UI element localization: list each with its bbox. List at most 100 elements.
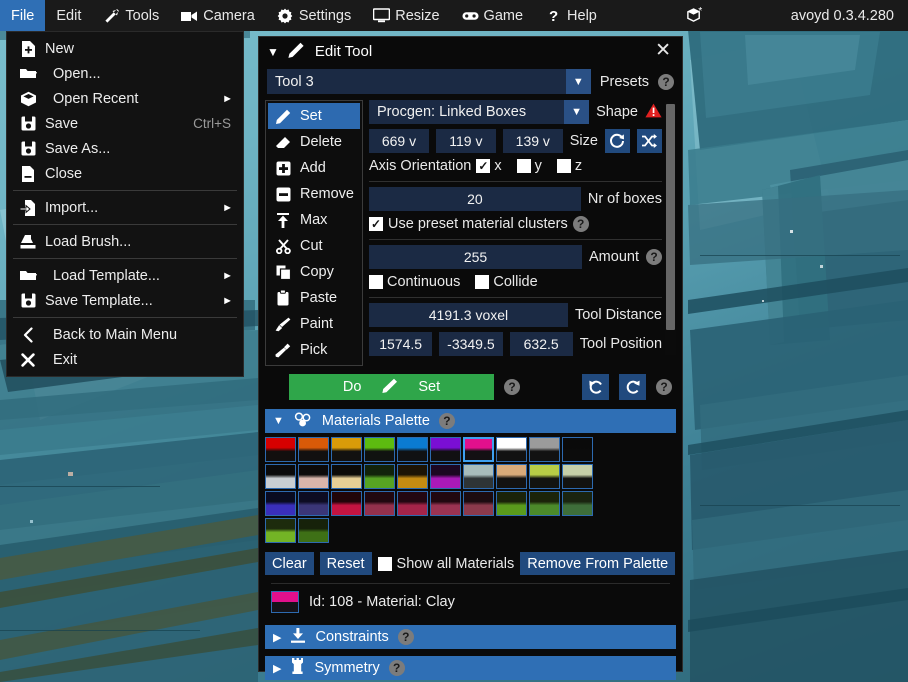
material-swatch[interactable] [397, 491, 428, 516]
show-all-materials-checkbox[interactable] [377, 556, 392, 571]
file-menu-item-save-as[interactable]: Save As... [7, 136, 243, 161]
menu-item-resize[interactable]: Resize [362, 0, 450, 31]
material-swatch[interactable] [430, 437, 461, 462]
tool-mode-set[interactable]: Set [268, 103, 360, 129]
tool-distance-row[interactable]: 4191.3 voxel Tool Distance [369, 303, 662, 327]
tool-mode-paste[interactable]: Paste [268, 285, 360, 311]
refresh-icon[interactable] [604, 129, 630, 153]
tool-mode-add[interactable]: Add [268, 155, 360, 181]
material-swatch[interactable] [397, 437, 428, 462]
material-swatch[interactable] [496, 491, 527, 516]
tool-position-z-field[interactable]: 632.5 [509, 332, 573, 356]
menu-item-help[interactable]: ? Help [534, 0, 608, 31]
material-swatch[interactable] [430, 464, 461, 489]
triangle-right-icon[interactable]: ▶ [273, 631, 281, 644]
main-menu-bar[interactable]: File Edit Tools Camera Settings Resize G… [0, 0, 908, 31]
size-y-field[interactable]: 119 v [435, 129, 496, 153]
tool-position-x-field[interactable]: 1574.5 [369, 332, 433, 356]
file-menu-item-back-to-main-menu[interactable]: Back to Main Menu [7, 322, 243, 347]
tool-mode-pick[interactable]: Pick [268, 337, 360, 363]
tool-settings-column[interactable]: Procgen: Linked Boxes ▼ Shape 669 v 119 … [369, 100, 676, 366]
tool-mode-list[interactable]: Set Delete Add Remove Max Cut Copy Paste… [265, 100, 363, 366]
tool-mode-paint[interactable]: Paint [268, 311, 360, 337]
show-all-materials-group[interactable]: Show all Materials [377, 556, 514, 572]
undo-icon[interactable] [582, 374, 609, 400]
redo-icon[interactable] [619, 374, 646, 400]
material-swatch[interactable] [463, 464, 494, 489]
material-swatch[interactable] [496, 464, 527, 489]
size-row[interactable]: 669 v 119 v 139 v Size [369, 129, 662, 153]
menu-item-file[interactable]: File [0, 0, 46, 31]
menu-item-game[interactable]: Game [451, 0, 535, 31]
help-icon[interactable]: ? [646, 249, 662, 265]
menu-item-edit[interactable]: Edit [45, 0, 92, 31]
reset-palette-button[interactable]: Reset [319, 552, 372, 575]
tool-settings-scrollbar[interactable] [665, 102, 676, 355]
chevron-down-icon[interactable]: ▼ [565, 69, 591, 94]
use-preset-material-clusters-row[interactable]: ✓ Use preset material clusters ? [369, 216, 662, 232]
do-set-button[interactable]: Do Set [289, 374, 494, 400]
tool-mode-copy[interactable]: Copy [268, 259, 360, 285]
help-icon[interactable]: ? [438, 413, 455, 429]
help-icon[interactable]: ? [397, 629, 414, 645]
triangle-down-icon[interactable]: ▼ [267, 45, 279, 59]
file-dropdown-menu[interactable]: New Open... Open Recent ► Save Ctrl+S Sa… [6, 31, 244, 377]
file-menu-item-open[interactable]: Open... [7, 61, 243, 86]
materials-palette-body[interactable]: Clear Reset Show all Materials Remove Fr… [265, 437, 676, 613]
shuffle-icon[interactable] [636, 129, 662, 153]
shape-row[interactable]: Procgen: Linked Boxes ▼ Shape [369, 100, 662, 124]
symmetry-section-header[interactable]: ▶ Symmetry ? [265, 656, 676, 680]
axis-z-group[interactable]: z [556, 158, 582, 174]
material-swatch[interactable] [430, 491, 461, 516]
constraints-section-header[interactable]: ▶ Constraints ? [265, 625, 676, 649]
material-swatch[interactable] [331, 437, 362, 462]
material-swatch[interactable] [463, 491, 494, 516]
material-swatch[interactable] [529, 491, 560, 516]
do-action-bar[interactable]: Do Set ? ? [259, 366, 682, 406]
axis-x-checkbox[interactable]: ✓ [476, 159, 491, 173]
material-swatch[interactable] [298, 464, 329, 489]
continuous-group[interactable]: Continuous [369, 274, 460, 290]
material-swatch[interactable] [529, 464, 560, 489]
presets-row[interactable]: Tool 3 ▼ Presets ? [259, 66, 682, 100]
help-icon[interactable]: ? [658, 73, 674, 90]
menu-item-settings[interactable]: Settings [266, 0, 362, 31]
material-swatch[interactable] [364, 491, 395, 516]
edit-tool-panel[interactable]: ▼ Edit Tool ✕ Tool 3 ▼ Presets ? Set Del… [258, 36, 683, 680]
file-menu-item-exit[interactable]: Exit [7, 347, 243, 372]
use-preset-material-clusters-checkbox[interactable]: ✓ [369, 217, 383, 231]
nr-of-boxes-row[interactable]: 20 Nr of boxes [369, 187, 662, 211]
material-swatch[interactable] [298, 437, 329, 462]
material-swatch[interactable] [496, 437, 527, 462]
material-swatch[interactable] [265, 491, 296, 516]
material-swatch[interactable] [331, 464, 362, 489]
continuous-checkbox[interactable] [369, 275, 383, 289]
material-swatch[interactable] [529, 437, 560, 462]
amount-field[interactable]: 255 [369, 245, 583, 269]
file-menu-item-new[interactable]: New [7, 36, 243, 61]
material-swatch[interactable] [364, 437, 395, 462]
menu-item-tools[interactable]: Tools [92, 0, 170, 31]
help-icon[interactable]: ? [388, 660, 405, 676]
material-swatch[interactable] [265, 464, 296, 489]
axis-y-checkbox[interactable] [516, 159, 531, 173]
cube-modified-icon[interactable]: * [675, 0, 707, 31]
material-swatch-grid[interactable] [265, 437, 676, 543]
material-swatch[interactable] [298, 518, 329, 543]
size-z-field[interactable]: 139 v [502, 129, 563, 153]
materials-palette-header[interactable]: ▼ Materials Palette ? [265, 409, 676, 433]
tool-mode-cut[interactable]: Cut [268, 233, 360, 259]
amount-row[interactable]: 255 Amount ? [369, 245, 662, 269]
tool-mode-max[interactable]: Max [268, 207, 360, 233]
file-menu-item-close[interactable]: Close [7, 161, 243, 186]
triangle-right-icon[interactable]: ▶ [273, 662, 281, 675]
material-swatch[interactable] [562, 491, 593, 516]
tool-distance-field[interactable]: 4191.3 voxel [369, 303, 568, 327]
close-panel-button[interactable]: ✕ [652, 41, 674, 62]
collide-group[interactable]: Collide [475, 274, 538, 290]
tool-position-y-field[interactable]: -3349.5 [439, 332, 503, 356]
material-swatch[interactable] [331, 491, 362, 516]
file-menu-item-import[interactable]: Import... ► [7, 195, 243, 220]
help-icon[interactable]: ? [572, 216, 589, 232]
tool-position-row[interactable]: 1574.5 -3349.5 632.5 Tool Position [369, 332, 662, 356]
